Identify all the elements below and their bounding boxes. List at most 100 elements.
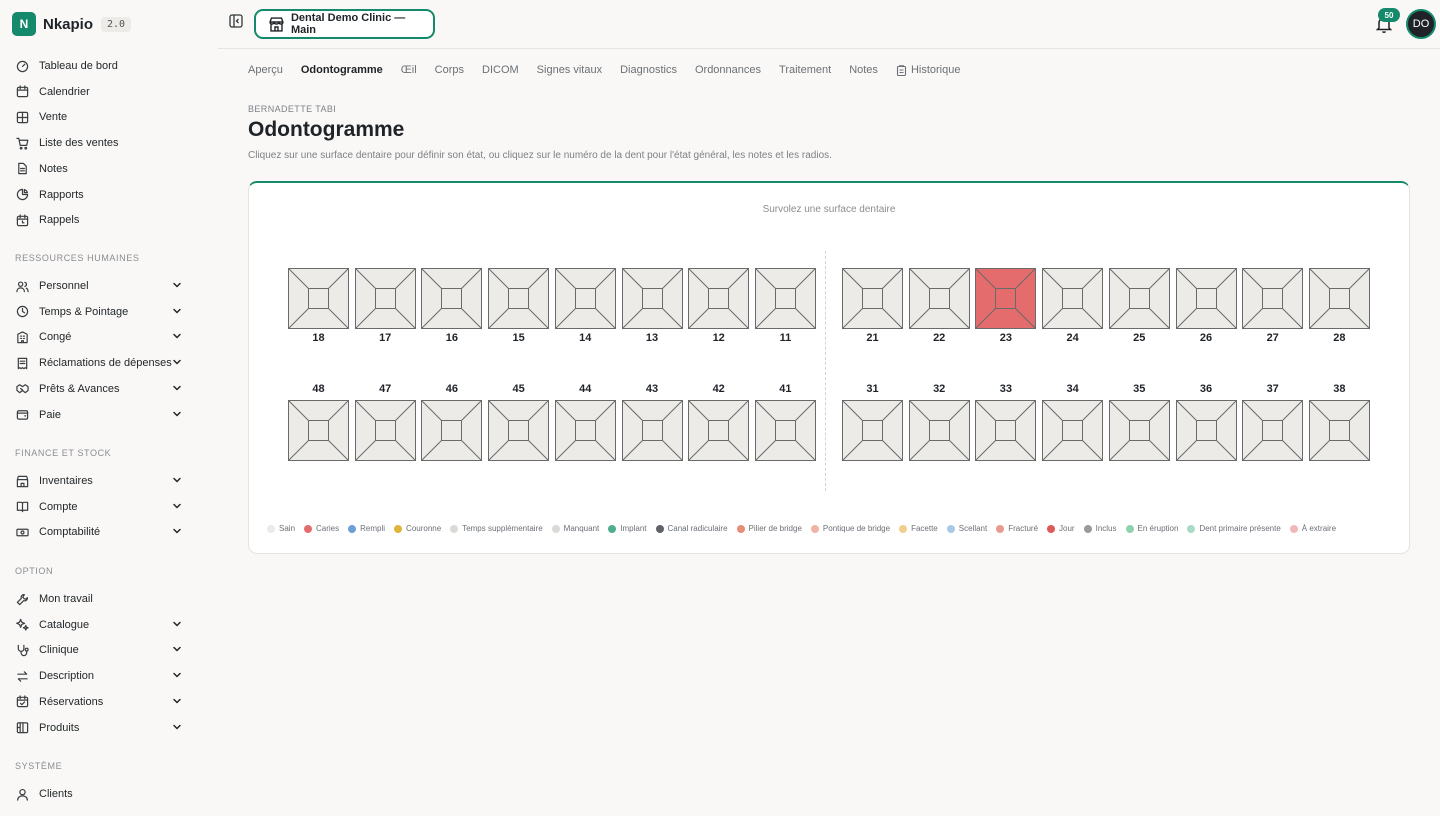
tooth-number[interactable]: 44 [555, 383, 616, 395]
tooth-surfaces[interactable] [621, 400, 683, 461]
tooth-number[interactable]: 46 [421, 383, 482, 395]
sidebar-item-liste-des-ventes[interactable]: Liste des ventes [16, 132, 186, 154]
sidebar-item-notes[interactable]: Notes [16, 158, 186, 180]
tooth-number[interactable]: 17 [355, 332, 416, 344]
tooth-23[interactable] [975, 268, 1037, 329]
sidebar-item-clinique[interactable]: Clinique [16, 639, 186, 661]
tooth-surfaces[interactable] [754, 400, 816, 461]
tooth-number[interactable]: 35 [1109, 383, 1170, 395]
tooth-14[interactable] [554, 268, 616, 329]
tooth-number[interactable]: 36 [1176, 383, 1237, 395]
tab-odontogramme[interactable]: Odontogramme [301, 62, 383, 78]
tooth-38[interactable] [1308, 400, 1370, 461]
tooth-number[interactable]: 13 [622, 332, 683, 344]
tooth-36[interactable] [1175, 400, 1237, 461]
tooth-33[interactable] [975, 400, 1037, 461]
tooth-number[interactable]: 47 [355, 383, 416, 395]
sidebar-item-compte[interactable]: Compte [16, 496, 186, 518]
tooth-surfaces[interactable] [842, 400, 903, 461]
tooth-surfaces[interactable] [688, 400, 750, 461]
tooth-35[interactable] [1108, 400, 1170, 461]
sidebar-item-clients[interactable]: Clients [16, 783, 186, 805]
sidebar-item-comptabilité[interactable]: Comptabilité [16, 521, 186, 543]
sidebar-item-mon-travail[interactable]: Mon travail [16, 588, 186, 610]
tooth-41[interactable] [754, 400, 816, 461]
tab-dicom[interactable]: DICOM [482, 62, 519, 78]
tooth-number[interactable]: 14 [555, 332, 616, 344]
tooth-surfaces[interactable] [1042, 400, 1104, 461]
sidebar-item-vente[interactable]: Vente [16, 106, 186, 128]
tooth-surfaces[interactable] [554, 400, 616, 461]
tooth-48[interactable] [288, 400, 349, 461]
tooth-surfaces[interactable] [1242, 268, 1304, 329]
tooth-45[interactable] [488, 400, 550, 461]
tooth-surfaces[interactable] [1108, 268, 1170, 329]
tooth-37[interactable] [1242, 400, 1304, 461]
tooth-12[interactable] [688, 268, 750, 329]
sidebar-item-tableau-de-bord[interactable]: Tableau de bord [16, 55, 186, 77]
sidebar-item-description[interactable]: Description [16, 665, 186, 687]
tooth-surfaces[interactable] [1108, 400, 1170, 461]
tooth-number[interactable]: 18 [288, 332, 349, 344]
tooth-surfaces[interactable] [842, 268, 903, 329]
tooth-surfaces[interactable] [288, 400, 349, 461]
tab-aperçu[interactable]: Aperçu [248, 62, 283, 78]
tooth-21[interactable] [842, 268, 903, 329]
tooth-surfaces[interactable] [1308, 268, 1370, 329]
sidebar-item-rapports[interactable]: Rapports [16, 184, 186, 206]
tooth-18[interactable] [288, 268, 349, 329]
tooth-number[interactable]: 45 [488, 383, 549, 395]
tooth-46[interactable] [421, 400, 483, 461]
tooth-28[interactable] [1308, 268, 1370, 329]
sidebar-item-paie[interactable]: Paie [16, 404, 186, 426]
tooth-surfaces[interactable] [1308, 400, 1370, 461]
tooth-number[interactable]: 48 [288, 383, 349, 395]
tooth-surfaces[interactable] [488, 268, 550, 329]
tooth-13[interactable] [621, 268, 683, 329]
sidebar-item-prêts-avances[interactable]: Prêts & Avances [16, 378, 186, 400]
sidebar-item-produits[interactable]: Produits [16, 717, 186, 739]
tooth-24[interactable] [1042, 268, 1104, 329]
tooth-surfaces[interactable] [421, 400, 483, 461]
tooth-number[interactable]: 37 [1242, 383, 1303, 395]
tooth-surfaces[interactable] [1175, 268, 1237, 329]
tooth-number[interactable]: 22 [909, 332, 970, 344]
tooth-22[interactable] [908, 268, 970, 329]
sidebar-item-calendrier[interactable]: Calendrier [16, 81, 186, 103]
tooth-surfaces[interactable] [975, 268, 1037, 329]
tooth-47[interactable] [354, 400, 416, 461]
tooth-44[interactable] [554, 400, 616, 461]
tab-notes[interactable]: Notes [849, 62, 878, 78]
sidebar-item-réservations[interactable]: Réservations [16, 691, 186, 713]
tooth-number[interactable]: 12 [688, 332, 749, 344]
tooth-17[interactable] [354, 268, 416, 329]
tab-signes-vitaux[interactable]: Signes vitaux [537, 62, 602, 78]
tooth-surfaces[interactable] [1042, 268, 1104, 329]
tooth-surfaces[interactable] [908, 400, 970, 461]
tooth-surfaces[interactable] [1175, 400, 1237, 461]
tooth-42[interactable] [688, 400, 750, 461]
sidebar-item-personnel[interactable]: Personnel [16, 275, 186, 297]
tooth-surfaces[interactable] [554, 268, 616, 329]
tooth-34[interactable] [1042, 400, 1104, 461]
tooth-surfaces[interactable] [488, 400, 550, 461]
tooth-surfaces[interactable] [1242, 400, 1304, 461]
brand[interactable]: N Nkapio 2.0 [12, 12, 132, 36]
tooth-number[interactable]: 27 [1242, 332, 1303, 344]
sidebar-item-congé[interactable]: Congé [16, 326, 186, 348]
tooth-number[interactable]: 41 [755, 383, 816, 395]
avatar[interactable]: DO [1406, 9, 1436, 39]
tooth-number[interactable]: 31 [842, 383, 903, 395]
sidebar-item-inventaires[interactable]: Inventaires [16, 470, 186, 492]
collapse-sidebar-icon[interactable] [229, 14, 243, 28]
tab-historique[interactable]: Historique [896, 62, 960, 78]
tooth-number[interactable]: 15 [488, 332, 549, 344]
tab-traitement[interactable]: Traitement [779, 62, 831, 78]
tooth-31[interactable] [842, 400, 903, 461]
tooth-number[interactable]: 11 [755, 332, 816, 344]
tooth-number[interactable]: 34 [1042, 383, 1103, 395]
tooth-surfaces[interactable] [288, 268, 349, 329]
tooth-number[interactable]: 43 [622, 383, 683, 395]
tab-corps[interactable]: Corps [435, 62, 464, 78]
tooth-32[interactable] [908, 400, 970, 461]
